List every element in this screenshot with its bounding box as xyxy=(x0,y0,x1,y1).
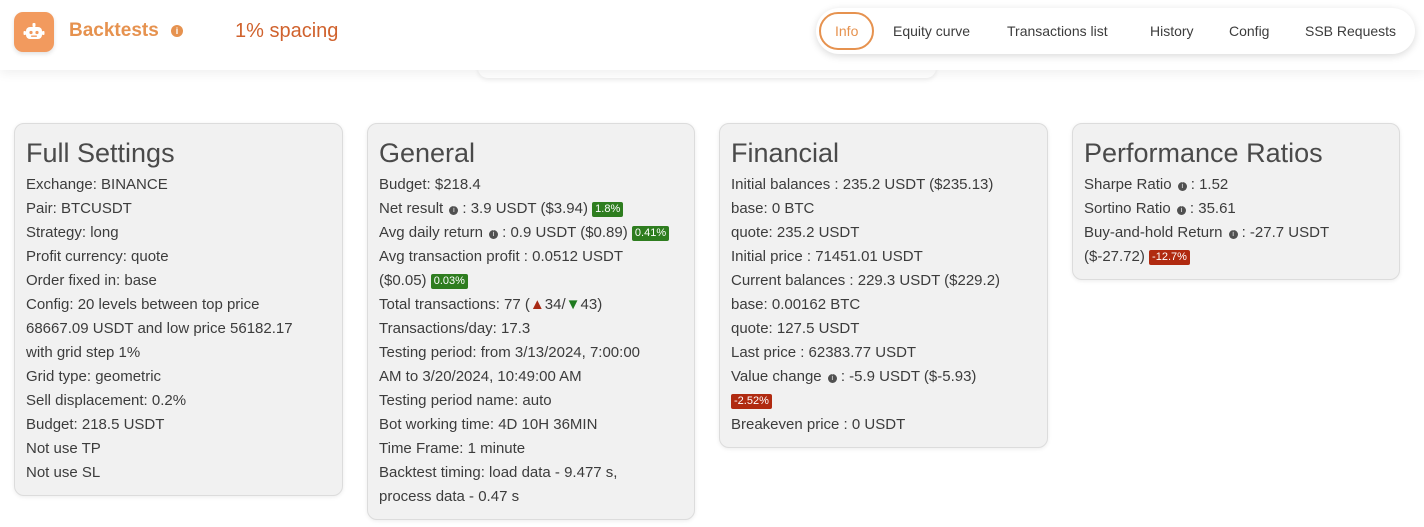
settings-line: 68667.09 USDT and low price 56182.17 xyxy=(26,320,293,337)
avg-daily-value: : 0.9 USDT ($0.89) xyxy=(502,224,628,241)
avg-tx-value: ($0.05) xyxy=(379,272,427,289)
value-change-badge-line: -2.52% xyxy=(731,389,1036,413)
financial-line: quote: 235.2 USDT xyxy=(731,224,860,241)
tab-info[interactable]: Info xyxy=(819,12,875,50)
sharpe-value: : 1.52 xyxy=(1190,176,1229,193)
bot-working-time-line: Bot working time: 4D 10H 36MIN xyxy=(379,416,598,433)
financial-line: Current balances : 229.3 USDT ($229.2) xyxy=(731,272,1001,289)
backtest-timing-line: Backtest timing: load data - 9.477 s, xyxy=(379,464,618,481)
buy-and-hold-value: : -27.7 USDT xyxy=(1241,224,1330,241)
sortino-line: Sortino Ratio i: 35.61 xyxy=(1084,197,1388,221)
tx-per-day-line: Transactions/day: 17.3 xyxy=(379,320,531,337)
testing-period-line-2: AM to 3/20/2024, 10:49:00 AM xyxy=(379,368,582,385)
settings-line: Profit currency: quote xyxy=(26,248,169,265)
breakeven-line: Breakeven price : 0 USDT xyxy=(731,416,906,433)
robot-icon-glyph xyxy=(23,23,45,39)
financial-card: Financial Initial balances : 235.2 USDT … xyxy=(719,123,1048,448)
sortino-value: : 35.61 xyxy=(1189,200,1236,217)
info-dot-icon[interactable]: i xyxy=(449,206,459,215)
percent-badge: 0.41% xyxy=(631,226,670,241)
financial-line: Last price : 62383.77 USDT xyxy=(731,344,917,361)
tab-navigation: Info Equity curve Transactions list Hist… xyxy=(816,8,1415,54)
net-result-line: Net result i: 3.9 USDT ($3.94) 1.8% xyxy=(379,197,683,221)
settings-line: Order fixed in: base xyxy=(26,272,157,289)
info-dot-icon[interactable]: i xyxy=(1176,206,1186,215)
info-dot-icon[interactable]: i xyxy=(1177,182,1187,191)
sharpe-line: Sharpe Ratio i: 1.52 xyxy=(1084,173,1388,197)
settings-line: Pair: BTCUSDT xyxy=(26,200,132,217)
testing-period-name-line: Testing period name: auto xyxy=(379,392,552,409)
financial-line: base: 0 BTC xyxy=(731,200,815,217)
financial-line: Initial price : 71451.01 USDT xyxy=(731,248,923,265)
sortino-label: Sortino Ratio xyxy=(1084,200,1171,217)
card-title: Performance Ratios xyxy=(1084,138,1323,168)
time-frame-line: Time Frame: 1 minute xyxy=(379,440,526,457)
backtest-name: 1% spacing xyxy=(235,20,339,42)
card-title: General xyxy=(379,138,476,168)
settings-line: Not use SL xyxy=(26,464,101,481)
avg-daily-line: Avg daily return i: 0.9 USDT ($0.89) 0.4… xyxy=(379,221,683,245)
testing-period-line: Testing period: from 3/13/2024, 7:00:00 xyxy=(379,344,641,361)
info-icon[interactable]: i xyxy=(171,25,183,37)
total-tx-up: 34 xyxy=(544,296,562,313)
settings-line: Not use TP xyxy=(26,440,101,457)
net-result-value: : 3.9 USDT ($3.94) xyxy=(462,200,588,217)
value-change-value: : -5.9 USDT ($-5.93) xyxy=(840,368,977,385)
settings-line: Grid type: geometric xyxy=(26,368,162,385)
arrow-down-icon: ▼ xyxy=(565,296,581,313)
total-tx-down: 43 xyxy=(580,296,598,313)
value-change-label: Value change xyxy=(731,368,822,385)
full-settings-card: Full Settings Exchange: BINANCE Pair: BT… xyxy=(14,123,343,496)
settings-line: Exchange: BINANCE xyxy=(26,176,168,193)
sharpe-label: Sharpe Ratio xyxy=(1084,176,1172,193)
info-dot-icon[interactable]: i xyxy=(1228,230,1238,239)
avg-tx-line: Avg transaction profit : 0.0512 USDT xyxy=(379,248,624,265)
percent-badge: -2.52% xyxy=(731,394,772,409)
top-header: Backtests i 1% spacing Info Equity curve… xyxy=(0,0,1424,70)
performance-ratios-card: Performance Ratios Sharpe Ratio i: 1.52 … xyxy=(1072,123,1400,280)
avg-tx-line-2: ($0.05) 0.03% xyxy=(379,269,683,293)
tab-equity-curve[interactable]: Equity curve xyxy=(893,8,970,54)
card-title: Full Settings xyxy=(26,138,175,168)
arrow-up-icon: ▲ xyxy=(529,296,545,313)
buy-and-hold-label: Buy-and-hold Return xyxy=(1084,224,1223,241)
financial-line: quote: 127.5 USDT xyxy=(731,320,860,337)
info-dot-icon[interactable]: i xyxy=(827,374,837,383)
buy-and-hold-usd: ($-27.72) xyxy=(1084,248,1145,265)
card-title: Financial xyxy=(731,138,840,168)
settings-line: with grid step 1% xyxy=(26,344,141,361)
tab-ssb-requests[interactable]: SSB Requests xyxy=(1305,8,1396,54)
avg-daily-label: Avg daily return xyxy=(379,224,483,241)
total-tx-suffix: ) xyxy=(597,296,603,313)
backtest-timing-line-2: process data - 0.47 s xyxy=(379,488,520,505)
budget-line: Budget: $218.4 xyxy=(379,176,481,193)
net-result-label: Net result xyxy=(379,200,444,217)
percent-badge: 1.8% xyxy=(592,202,624,217)
value-change-line: Value change i: -5.9 USDT ($-5.93) xyxy=(731,365,1036,389)
total-tx-prefix: Total transactions: 77 ( xyxy=(379,296,530,313)
tab-history[interactable]: History xyxy=(1150,8,1194,54)
robot-icon[interactable] xyxy=(14,12,54,52)
buy-and-hold-line-2: ($-27.72) -12.7% xyxy=(1084,245,1388,269)
general-card: General Budget: $218.4 Net result i: 3.9… xyxy=(367,123,695,520)
tab-transactions-list[interactable]: Transactions list xyxy=(1007,8,1108,54)
financial-line: Initial balances : 235.2 USDT ($235.13) xyxy=(731,176,994,193)
settings-line: Strategy: long xyxy=(26,224,119,241)
settings-line: Sell displacement: 0.2% xyxy=(26,392,187,409)
settings-line: Budget: 218.5 USDT xyxy=(26,416,165,433)
buy-and-hold-line: Buy-and-hold Return i: -27.7 USDT xyxy=(1084,221,1388,245)
app-title: Backtests xyxy=(69,20,159,41)
percent-badge: 0.03% xyxy=(430,274,468,289)
tab-config[interactable]: Config xyxy=(1229,8,1269,54)
financial-line: base: 0.00162 BTC xyxy=(731,296,861,313)
percent-badge: -12.7% xyxy=(1149,250,1190,265)
info-dot-icon[interactable]: i xyxy=(489,230,499,239)
total-transactions-line: Total transactions: 77 (▲34/▼43) xyxy=(379,293,683,317)
settings-line: Config: 20 levels between top price xyxy=(26,296,260,313)
